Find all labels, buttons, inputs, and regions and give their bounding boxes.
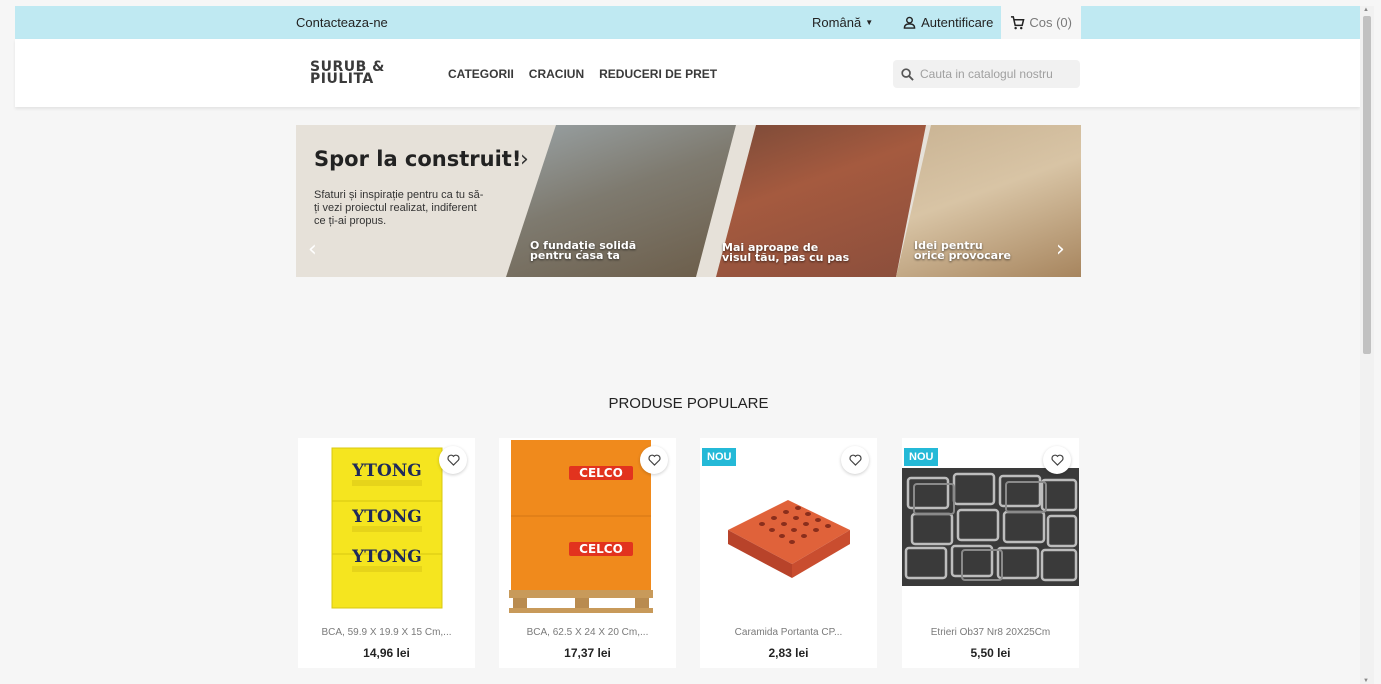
carousel-next-icon[interactable]: › bbox=[1056, 237, 1065, 262]
caption-3-line-2: orice provocare bbox=[914, 249, 1011, 262]
nav-item-craciun[interactable]: CRACIUN bbox=[529, 67, 584, 81]
caret-down-icon: ▼ bbox=[865, 18, 874, 27]
language-selector[interactable]: Română ▼ bbox=[812, 15, 873, 30]
brand-text: CELCO bbox=[579, 542, 623, 556]
product-name[interactable]: Caramida Portanta CP... bbox=[700, 627, 877, 638]
banner-title: Spor la construit! bbox=[314, 147, 522, 171]
carousel-prev-icon[interactable]: ‹ bbox=[308, 237, 317, 262]
main-nav: CATEGORII CRACIUN REDUCERI DE PRET bbox=[448, 67, 717, 81]
banner-subtitle: Sfaturi și inspirație pentru ca tu să-ți… bbox=[314, 189, 484, 227]
login-label: Autentificare bbox=[921, 15, 994, 30]
contact-link[interactable]: Contacteaza-ne bbox=[296, 15, 388, 30]
banner-caption-2: Mai aproape de visul tău, pas cu pas bbox=[722, 242, 852, 264]
wishlist-button[interactable] bbox=[439, 446, 467, 474]
topbar: Contacteaza-ne Română ▼ Autentificare Co… bbox=[296, 6, 1081, 39]
new-badge: NOU bbox=[904, 448, 939, 466]
site-logo[interactable]: SURUB & PIULITA bbox=[310, 60, 400, 87]
brand-text: CELCO bbox=[579, 466, 623, 480]
product-card[interactable]: NOU Caramida Portanta CP... 2,83 lei bbox=[700, 438, 877, 668]
brand-text: YTONG bbox=[351, 547, 422, 567]
section-title: PRODUSE POPULARE bbox=[608, 395, 769, 412]
product-name[interactable]: BCA, 62.5 X 24 X 20 Cm,... bbox=[499, 627, 676, 638]
scroll-down-icon[interactable]: ▼ bbox=[1363, 678, 1369, 684]
product-card[interactable]: YTONG YTONG YTONG BCA, 59.9 X 19.9 X 15 … bbox=[298, 438, 475, 668]
caption-1-line-2: pentru casa ta bbox=[530, 249, 620, 262]
search-box bbox=[893, 60, 1080, 88]
caption-2-line-2: visul tău, pas cu pas bbox=[722, 251, 850, 264]
product-price: 2,83 lei bbox=[768, 646, 809, 660]
product-price: 5,50 lei bbox=[970, 646, 1011, 660]
heart-icon bbox=[848, 454, 862, 466]
login-link[interactable]: Autentificare bbox=[903, 15, 993, 30]
banner-caption-1: O fundație solidă pentru casa ta bbox=[530, 240, 660, 262]
page-scrollbar[interactable]: ▲ ▼ bbox=[1360, 6, 1374, 684]
new-badge: NOU bbox=[702, 448, 737, 466]
logo-line-2: PIULITA bbox=[310, 71, 374, 87]
language-label: Română bbox=[812, 15, 862, 30]
wishlist-button[interactable] bbox=[640, 446, 668, 474]
product-price: 14,96 lei bbox=[363, 646, 410, 660]
brand-text: YTONG bbox=[351, 507, 422, 527]
topbar-right: Română ▼ Autentificare Cos (0) bbox=[812, 6, 1081, 39]
chevron-right-icon: › bbox=[520, 147, 529, 172]
scroll-up-icon[interactable]: ▲ bbox=[1363, 7, 1369, 13]
product-price: 17,37 lei bbox=[564, 646, 611, 660]
cart-icon bbox=[1011, 15, 1025, 29]
product-card[interactable]: CELCO CELCO BCA, 62.5 X 24 X 20 Cm,... 1… bbox=[499, 438, 676, 668]
nav-item-reduceri[interactable]: REDUCERI DE PRET bbox=[599, 67, 717, 81]
product-card[interactable]: NOU Etrieri Ob37 Nr8 20X25Cm 5,50 lei bbox=[902, 438, 1079, 668]
wishlist-button[interactable] bbox=[1043, 446, 1071, 474]
banner-caption-3: Idei pentru orice provocare bbox=[914, 240, 1044, 262]
wishlist-button[interactable] bbox=[841, 446, 869, 474]
cart-label: Cos (0) bbox=[1029, 15, 1072, 30]
heart-icon bbox=[1050, 454, 1064, 466]
nav-item-categorii[interactable]: CATEGORII bbox=[448, 67, 514, 81]
search-input[interactable] bbox=[920, 67, 1070, 81]
product-name[interactable]: BCA, 59.9 X 19.9 X 15 Cm,... bbox=[298, 627, 475, 638]
product-name[interactable]: Etrieri Ob37 Nr8 20X25Cm bbox=[902, 627, 1079, 638]
cart-link[interactable]: Cos (0) bbox=[1001, 6, 1081, 39]
search-icon[interactable] bbox=[901, 67, 914, 81]
user-icon bbox=[903, 16, 916, 29]
heart-icon bbox=[446, 454, 460, 466]
heart-icon bbox=[647, 454, 661, 466]
brand-text: YTONG bbox=[351, 461, 422, 481]
hero-banner[interactable]: Spor la construit! › Sfaturi și inspiraț… bbox=[296, 125, 1081, 277]
scrollbar-thumb[interactable] bbox=[1363, 16, 1371, 354]
